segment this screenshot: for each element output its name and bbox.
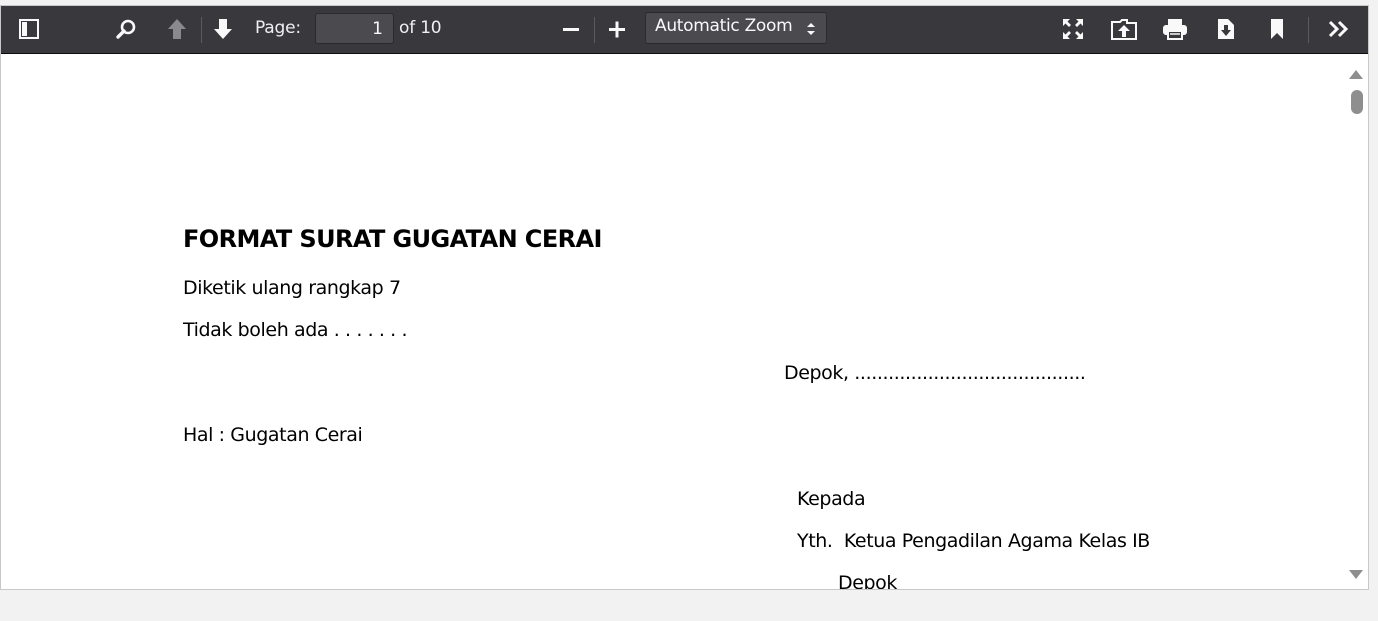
document-subject: Hal : Gugatan Cerai: [183, 424, 363, 446]
bookmark-icon: [1267, 17, 1287, 41]
tools-button[interactable]: [1323, 14, 1355, 44]
minus-icon: [561, 19, 581, 39]
print-button[interactable]: [1159, 14, 1191, 44]
document-recipient: Yth. Ketua Pengadilan Agama Kelas IB: [797, 530, 1150, 552]
toolbar-separator: [201, 17, 202, 43]
find-button[interactable]: [110, 14, 142, 44]
scroll-down-button[interactable]: [1347, 567, 1365, 583]
previous-page-button[interactable]: [161, 14, 193, 44]
zoom-in-button[interactable]: [601, 14, 633, 44]
zoom-select[interactable]: Automatic Zoom: [645, 12, 827, 44]
print-icon: [1162, 17, 1188, 41]
toolbar-separator: [594, 17, 595, 43]
download-icon: [1214, 17, 1238, 41]
document-title: FORMAT SURAT GUGATAN CERAI: [183, 225, 602, 253]
toolbar-separator: [1308, 17, 1309, 43]
current-view-button[interactable]: [1261, 14, 1293, 44]
fullscreen-icon: [1061, 17, 1085, 41]
scroll-up-button[interactable]: [1347, 66, 1365, 82]
plus-icon: [607, 19, 627, 39]
search-icon: [115, 18, 137, 40]
page-number-input[interactable]: [315, 13, 394, 44]
presentation-mode-button[interactable]: [1057, 14, 1089, 44]
document-city: Depok: [838, 572, 898, 590]
arrow-up-icon: [165, 17, 189, 41]
triangle-up-icon: [1347, 67, 1365, 86]
open-file-button[interactable]: [1108, 14, 1140, 44]
document-place-date: Depok, .................................…: [784, 362, 1086, 384]
page-label: Page:: [255, 18, 301, 38]
pdf-viewer: Page: of 10 Automatic Zoom: [0, 5, 1369, 590]
sidebar-toggle-button[interactable]: [13, 14, 45, 44]
toolbar: Page: of 10 Automatic Zoom: [1, 6, 1368, 54]
zoom-select-value: Automatic Zoom: [655, 16, 793, 36]
download-button[interactable]: [1210, 14, 1242, 44]
page-total-label: of 10: [399, 18, 442, 38]
zoom-out-button[interactable]: [555, 14, 587, 44]
document-page: FORMAT SURAT GUGATAN CERAI Diketik ulang…: [1, 54, 1341, 590]
double-chevron-right-icon: [1327, 17, 1351, 41]
next-page-button[interactable]: [207, 14, 239, 44]
document-line: Tidak boleh ada . . . . . . .: [183, 319, 408, 341]
select-arrows-icon: [806, 21, 816, 41]
arrow-down-icon: [211, 17, 235, 41]
document-addressee-label: Kepada: [797, 488, 866, 510]
triangle-down-icon: [1347, 568, 1365, 587]
sidebar-toggle-icon: [18, 18, 40, 40]
document-line: Diketik ulang rangkap 7: [183, 277, 401, 299]
scrollbar-thumb[interactable]: [1351, 90, 1363, 114]
open-file-icon: [1111, 17, 1137, 41]
